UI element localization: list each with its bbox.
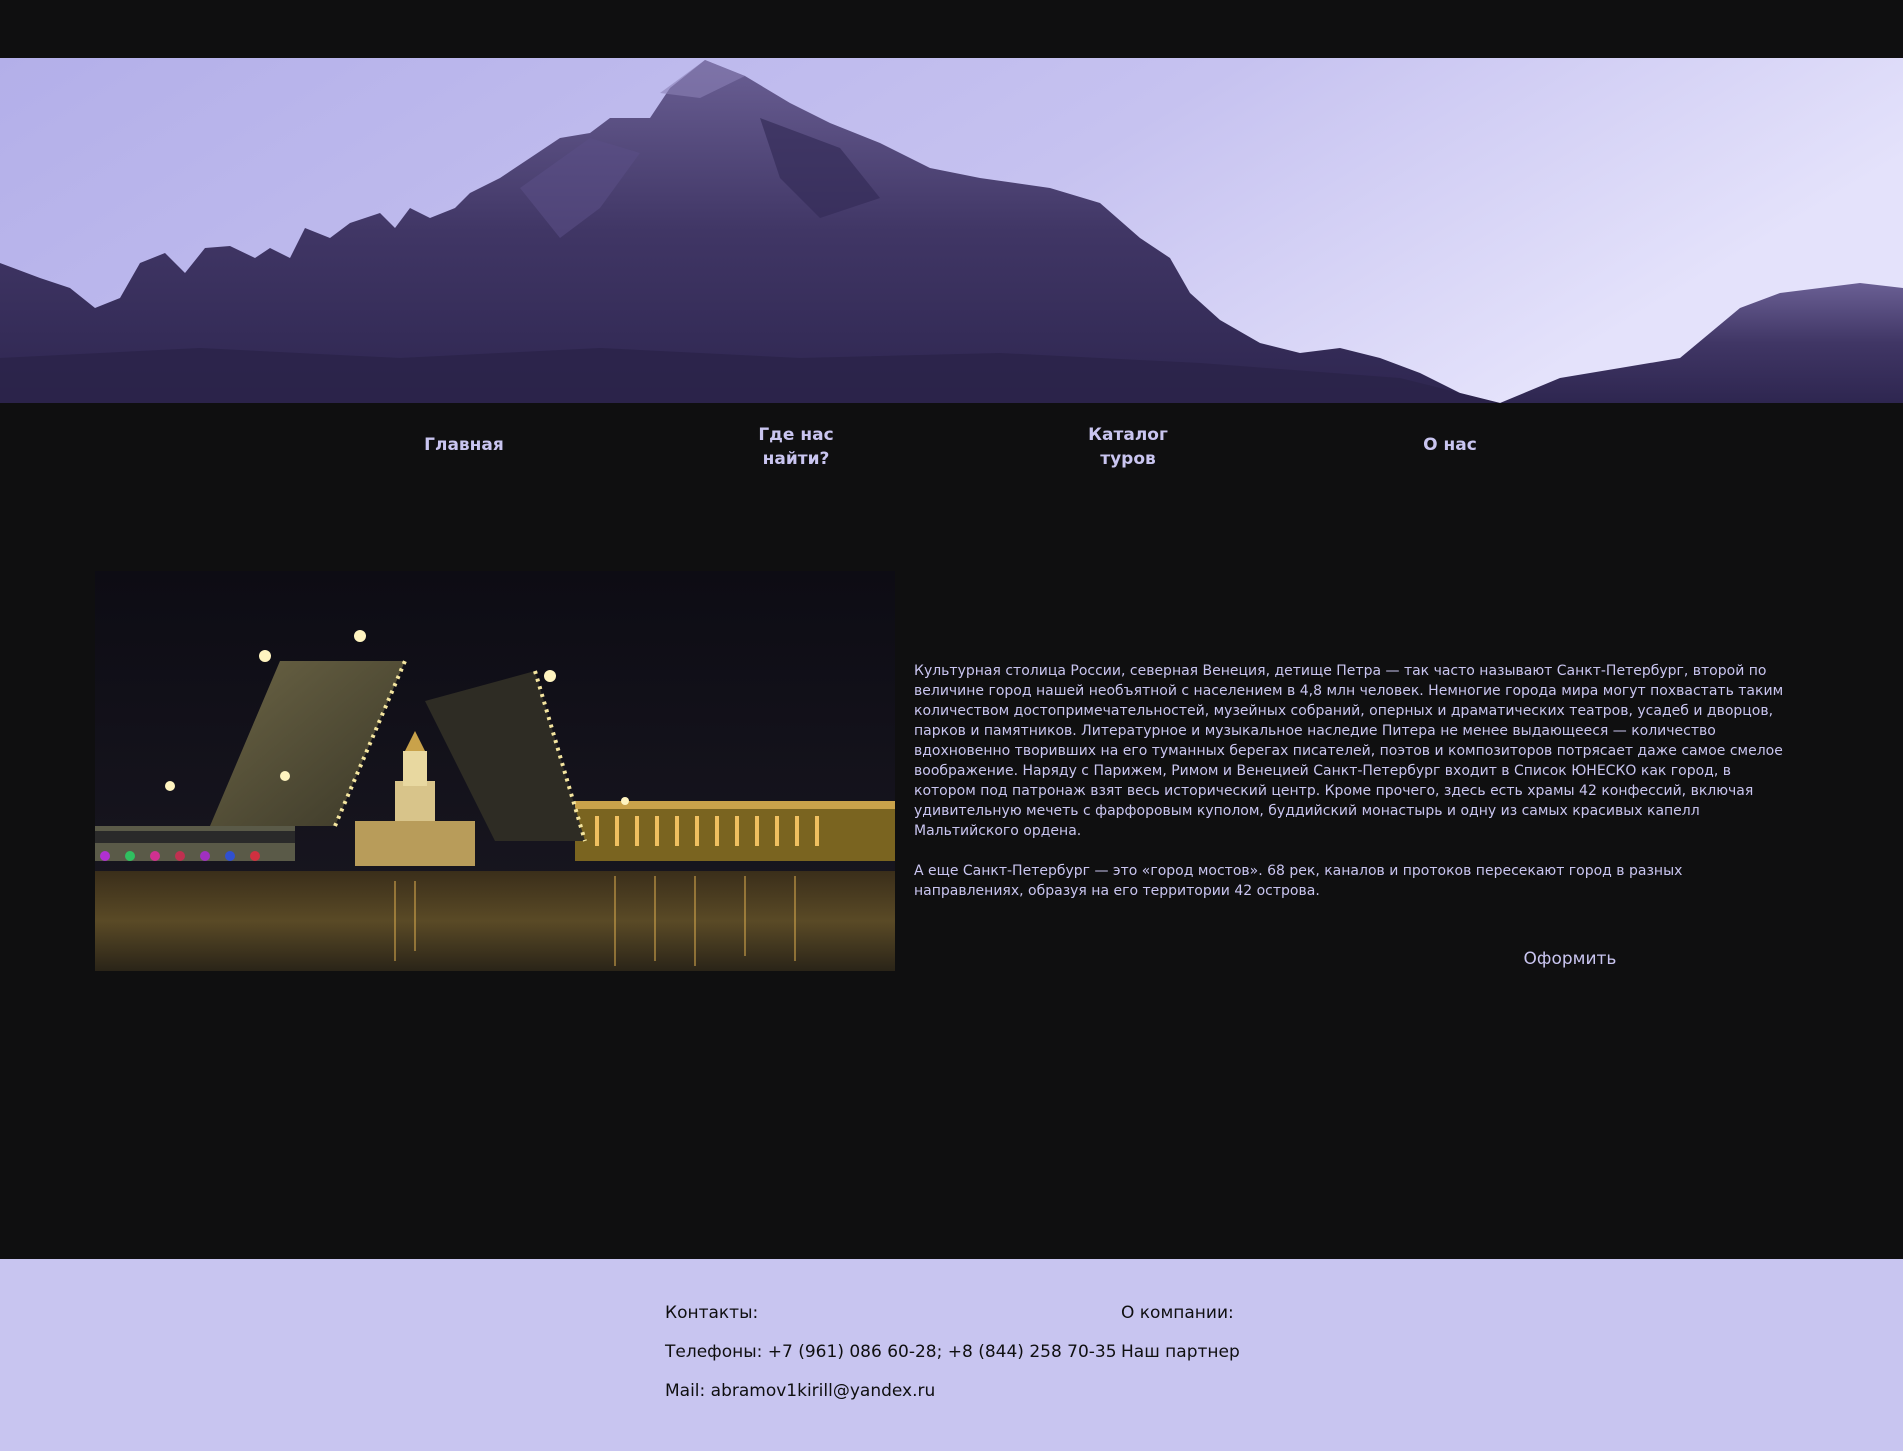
company-title: О компании: (1121, 1303, 1234, 1323)
nav-item-find-us[interactable]: Где нас найти? (716, 423, 876, 471)
drawbridge-photo (95, 571, 895, 971)
article-paragraph: Культурная столица России, северная Вене… (914, 663, 1784, 839)
nav-item-home[interactable]: Главная (384, 433, 544, 457)
main-nav: Главная Где нас найти? Каталог туров О н… (0, 403, 1903, 523)
footer-company: О компании: Наш партнер (1121, 1303, 1240, 1381)
article-text: Культурная столица России, северная Вене… (914, 661, 1794, 921)
hero-mountain-image (0, 58, 1903, 403)
hero-banner (0, 58, 1903, 403)
nav-item-tour-catalog[interactable]: Каталог туров (1048, 423, 1208, 471)
partner-link[interactable]: Наш партнер (1121, 1342, 1240, 1362)
order-button[interactable]: Оформить (1500, 945, 1640, 973)
contacts-title: Контакты: (665, 1303, 759, 1323)
nav-item-about[interactable]: О нас (1370, 433, 1530, 457)
contacts-mail[interactable]: Mail: abramov1kirill@yandex.ru (665, 1381, 1117, 1401)
footer-contacts: Контакты: Телефоны: +7 (961) 086 60-28; … (665, 1303, 1117, 1420)
top-bar (0, 0, 1903, 58)
contacts-phones: Телефоны: +7 (961) 086 60-28; +8 (844) 2… (665, 1342, 1117, 1362)
article-paragraph: А еще Санкт-Петербург — это «город мосто… (914, 863, 1683, 899)
footer: Контакты: Телефоны: +7 (961) 086 60-28; … (0, 1259, 1903, 1451)
